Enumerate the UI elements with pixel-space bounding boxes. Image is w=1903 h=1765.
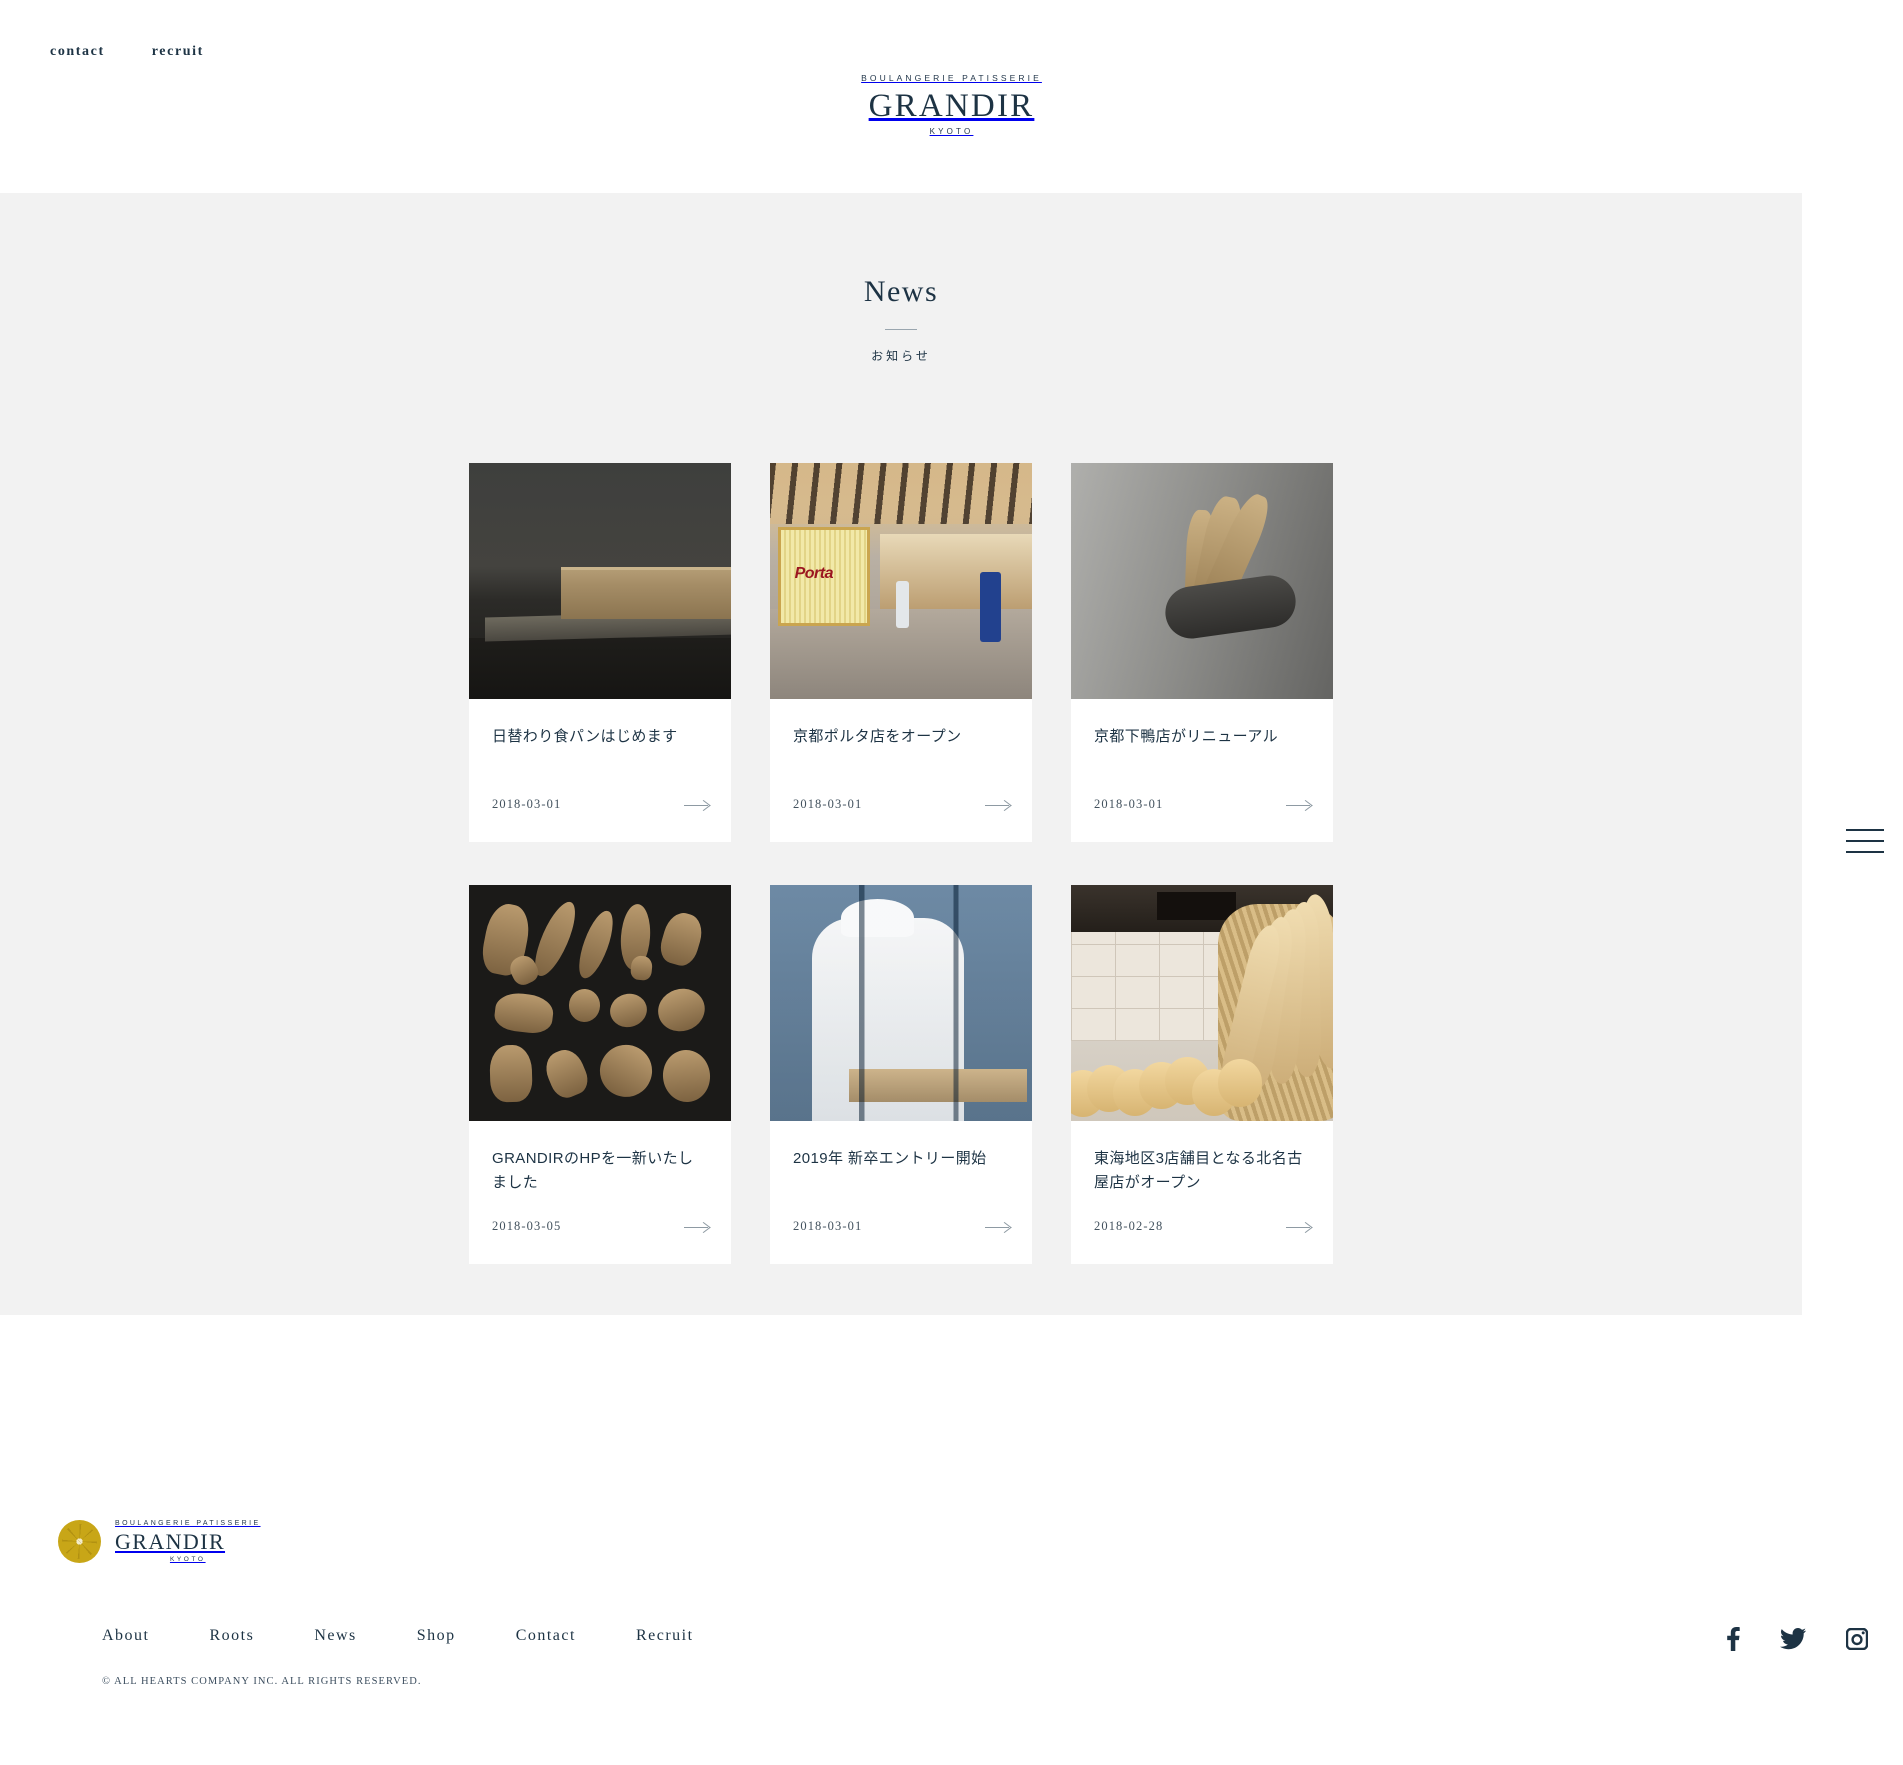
news-card-thumbnail [469, 463, 731, 699]
arrow-right-icon [684, 800, 708, 810]
footer-link-about[interactable]: About [102, 1627, 150, 1645]
footer-brand-logo[interactable]: BOULANGERIE PATISSERIE GRANDIR KYOTO [58, 1520, 261, 1564]
utility-nav: contact recruit [50, 44, 204, 60]
news-card[interactable]: 日替わり食パンはじめます 2018-03-01 [469, 463, 731, 842]
arrow-right-icon [985, 1222, 1009, 1232]
footer-link-recruit[interactable]: Recruit [636, 1627, 694, 1645]
utility-link-contact[interactable]: contact [50, 44, 105, 60]
news-card-thumbnail [770, 885, 1032, 1121]
brand-logo[interactable]: BOULANGERIE PATISSERIE GRANDIR KYOTO [861, 74, 1042, 136]
social-links [1726, 1627, 1868, 1651]
news-card[interactable]: 京都下鴨店がリニューアル 2018-03-01 [1071, 463, 1333, 842]
arrow-right-icon [684, 1222, 708, 1232]
news-card-title: 2019年 新卒エントリー開始 [793, 1147, 1009, 1171]
gold-rosette-emblem [58, 1520, 101, 1563]
news-card-date: 2018-03-01 [793, 1219, 862, 1234]
footer-link-news[interactable]: News [314, 1627, 356, 1645]
news-card[interactable]: 2019年 新卒エントリー開始 2018-03-01 [770, 885, 1032, 1264]
hamburger-menu-icon[interactable] [1846, 829, 1884, 855]
news-card-thumbnail [1071, 885, 1333, 1121]
site-header: contact recruit BOULANGERIE PATISSERIE G… [0, 0, 1903, 193]
page-title: News [0, 275, 1802, 309]
utility-link-recruit[interactable]: recruit [152, 44, 204, 60]
footer-logo-superscript: BOULANGERIE PATISSERIE [115, 1520, 261, 1527]
arrow-right-icon [1286, 800, 1310, 810]
footer-link-contact[interactable]: Contact [516, 1627, 576, 1645]
footer-nav: About Roots News Shop Contact Recruit [102, 1627, 754, 1645]
brand-logo-superscript: BOULANGERIE PATISSERIE [861, 74, 1042, 83]
news-card-date: 2018-03-05 [492, 1219, 561, 1234]
hamburger-bar [1846, 829, 1884, 831]
news-card[interactable]: GRANDIRのHPを一新いたしました 2018-03-05 [469, 885, 731, 1264]
hamburger-bar [1846, 851, 1884, 853]
news-card-date: 2018-03-01 [793, 797, 862, 812]
news-card-date: 2018-02-28 [1094, 1219, 1163, 1234]
footer-link-shop[interactable]: Shop [417, 1627, 456, 1645]
footer-link-roots[interactable]: Roots [210, 1627, 255, 1645]
news-card-thumbnail [1071, 463, 1333, 699]
news-card[interactable]: 東海地区3店舗目となる北名古屋店がオープン 2018-02-28 [1071, 885, 1333, 1264]
news-card-date: 2018-03-01 [1094, 797, 1163, 812]
arrow-right-icon [985, 800, 1009, 810]
news-card-date: 2018-03-01 [492, 797, 561, 812]
title-divider [885, 329, 917, 330]
facebook-icon[interactable] [1726, 1627, 1740, 1651]
site-footer [0, 1315, 1903, 1765]
arrow-right-icon [1286, 1222, 1310, 1232]
news-card-title: GRANDIRのHPを一新いたしました [492, 1147, 708, 1196]
footer-logo-subscript: KYOTO [115, 1557, 261, 1564]
news-card-thumbnail [469, 885, 731, 1121]
news-card[interactable]: Porta 京都ポルタ店をオープン 2018-03-01 [770, 463, 1032, 842]
brand-logo-subscript: KYOTO [861, 128, 1042, 136]
hamburger-bar [1846, 840, 1884, 842]
copyright-text: © ALL HEARTS COMPANY INC. ALL RIGHTS RES… [102, 1676, 422, 1687]
footer-logo-name: GRANDIR [115, 1531, 261, 1553]
news-card-title: 日替わり食パンはじめます [492, 725, 708, 749]
news-card-thumbnail: Porta [770, 463, 1032, 699]
page-subtitle: お知らせ [0, 347, 1802, 364]
news-section-header: News お知らせ [0, 193, 1802, 364]
twitter-icon[interactable] [1780, 1628, 1806, 1650]
news-card-title: 京都ポルタ店をオープン [793, 725, 1009, 749]
news-card-title: 京都下鴨店がリニューアル [1094, 725, 1310, 749]
brand-logo-name: GRANDIR [861, 89, 1042, 124]
news-card-title: 東海地区3店舗目となる北名古屋店がオープン [1094, 1147, 1310, 1196]
news-card-grid: 日替わり食パンはじめます 2018-03-01 Porta 京都ポルタ店をオープ… [0, 463, 1802, 1264]
instagram-icon[interactable] [1846, 1628, 1868, 1650]
news-section: News お知らせ 日替わり食パンはじめます 2018-03-01 Porta … [0, 193, 1802, 1315]
